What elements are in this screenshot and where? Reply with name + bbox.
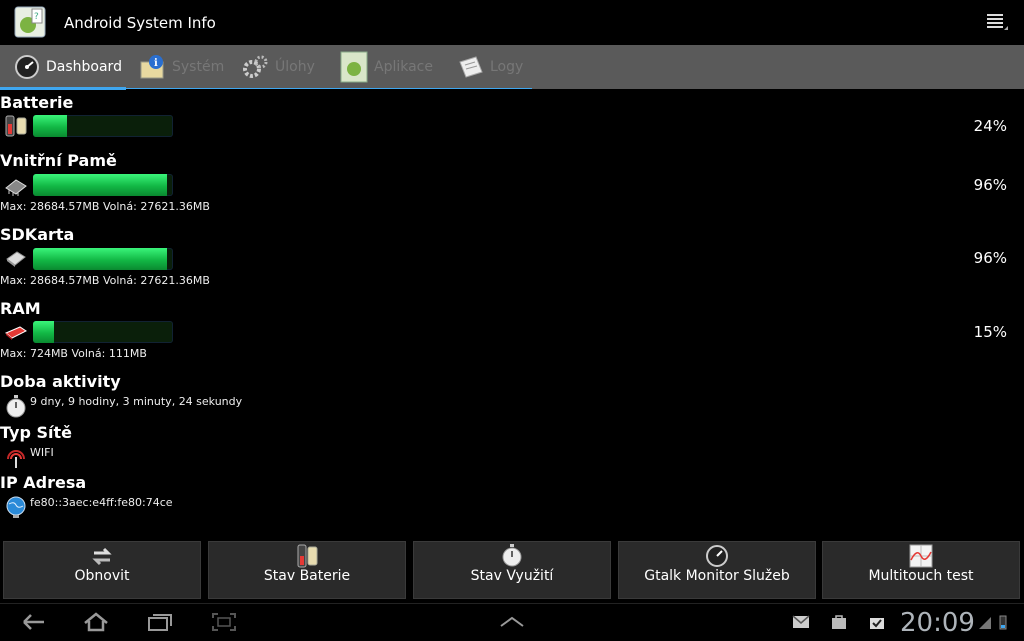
app-title: Android System Info — [64, 14, 216, 32]
ram-detail: Max: 724MB Volná: 111MB — [0, 347, 147, 360]
uptime-title: Doba aktivity — [0, 372, 121, 391]
battery-percent: 24% — [973, 117, 1007, 135]
wifi-antenna-icon — [7, 450, 25, 468]
battery-status-icon — [999, 615, 1007, 630]
sdcard-title: SDKarta — [0, 225, 75, 244]
button-label: Gtalk Monitor Služeb — [644, 568, 790, 584]
tab-logs[interactable]: Logy — [458, 45, 523, 89]
android-icon — [340, 51, 368, 83]
home-icon[interactable] — [82, 611, 110, 633]
action-bar: ? Android System Info — [0, 0, 1024, 45]
battery-status-button[interactable]: Stav Baterie — [208, 541, 406, 599]
button-label: Obnovit — [74, 568, 130, 584]
refresh-icon — [92, 547, 112, 566]
sdcard-icon — [6, 251, 26, 267]
uptime-value: 9 dny, 9 hodiny, 3 minuty, 24 sekundy — [30, 395, 243, 408]
chevron-up-icon[interactable] — [498, 611, 526, 633]
tab-label: Dashboard — [46, 59, 122, 75]
stopwatch-icon — [502, 544, 522, 567]
internal-memory-percent: 96% — [973, 176, 1007, 194]
internal-memory-detail: Max: 28684.57MB Volná: 27621.36MB — [0, 200, 210, 213]
info-map-icon: i — [140, 55, 164, 79]
tab-tasks[interactable]: Úlohy — [243, 45, 315, 89]
battery-level-bar — [33, 115, 173, 137]
battery-title: Batterie — [0, 93, 74, 112]
tab-label: Úlohy — [275, 59, 315, 75]
internal-memory-title: Vnitřní Pamě — [0, 151, 117, 170]
battery-icon — [297, 544, 318, 568]
market-bag-icon[interactable] — [830, 614, 848, 630]
globe-icon — [6, 496, 26, 518]
network-type-title: Typ Sítě — [0, 423, 72, 442]
sdcard-percent: 96% — [973, 249, 1007, 267]
gtalk-monitor-button[interactable]: Gtalk Monitor Služeb — [618, 541, 816, 599]
battery-icon — [5, 115, 27, 137]
signal-icon — [979, 617, 991, 629]
stopwatch-icon — [6, 395, 26, 418]
tab-dashboard[interactable]: Dashboard — [14, 45, 122, 89]
button-label: Multitouch test — [868, 568, 974, 584]
overflow-menu-icon[interactable] — [986, 12, 1008, 32]
back-icon[interactable] — [20, 611, 48, 633]
ip-address-value: fe80::3aec:e4ff:fe80:74ce — [30, 496, 173, 509]
usage-status-button[interactable]: Stav Využití — [413, 541, 611, 599]
chart-icon — [909, 544, 933, 568]
chip-icon — [5, 179, 27, 196]
update-check-icon[interactable] — [868, 614, 886, 630]
ip-address-title: IP Adresa — [0, 473, 87, 492]
gears-icon — [243, 55, 268, 78]
system-navigation-bar: 20:09 — [0, 603, 1024, 641]
svg-text:i: i — [154, 58, 158, 69]
screenshot-icon[interactable] — [210, 611, 238, 633]
sdcard-detail: Max: 28684.57MB Volná: 27621.36MB — [0, 274, 210, 287]
network-type-value: WIFI — [30, 446, 54, 459]
gauge-icon — [706, 545, 728, 567]
tab-label: Aplikace — [374, 59, 433, 75]
tab-applications[interactable]: Aplikace — [340, 45, 433, 89]
tab-system[interactable]: i Systém — [140, 45, 224, 89]
ram-percent: 15% — [973, 323, 1007, 341]
recent-apps-icon[interactable] — [146, 611, 174, 633]
clock[interactable]: 20:09 — [900, 608, 975, 638]
ram-title: RAM — [0, 299, 41, 318]
tab-label: Logy — [490, 59, 524, 75]
sdcard-bar — [33, 248, 173, 270]
button-label: Stav Využití — [470, 568, 554, 584]
log-icon — [459, 56, 483, 78]
ram-icon — [5, 326, 27, 340]
tab-bar: Dashboard i Systém Úlohy Aplikace Logy — [0, 45, 1024, 89]
tab-label: Systém — [172, 59, 225, 75]
gauge-icon — [15, 55, 39, 79]
tab-divider-line — [126, 88, 532, 89]
internal-memory-bar — [33, 174, 173, 196]
ram-bar — [33, 321, 173, 343]
button-label: Stav Baterie — [263, 568, 351, 584]
gmail-icon[interactable] — [792, 614, 810, 630]
refresh-button[interactable]: Obnovit — [3, 541, 201, 599]
active-tab-indicator — [0, 87, 126, 90]
app-logo-icon[interactable]: ? — [14, 6, 46, 38]
svg-text:?: ? — [34, 12, 39, 22]
multitouch-test-button[interactable]: Multitouch test — [822, 541, 1020, 599]
